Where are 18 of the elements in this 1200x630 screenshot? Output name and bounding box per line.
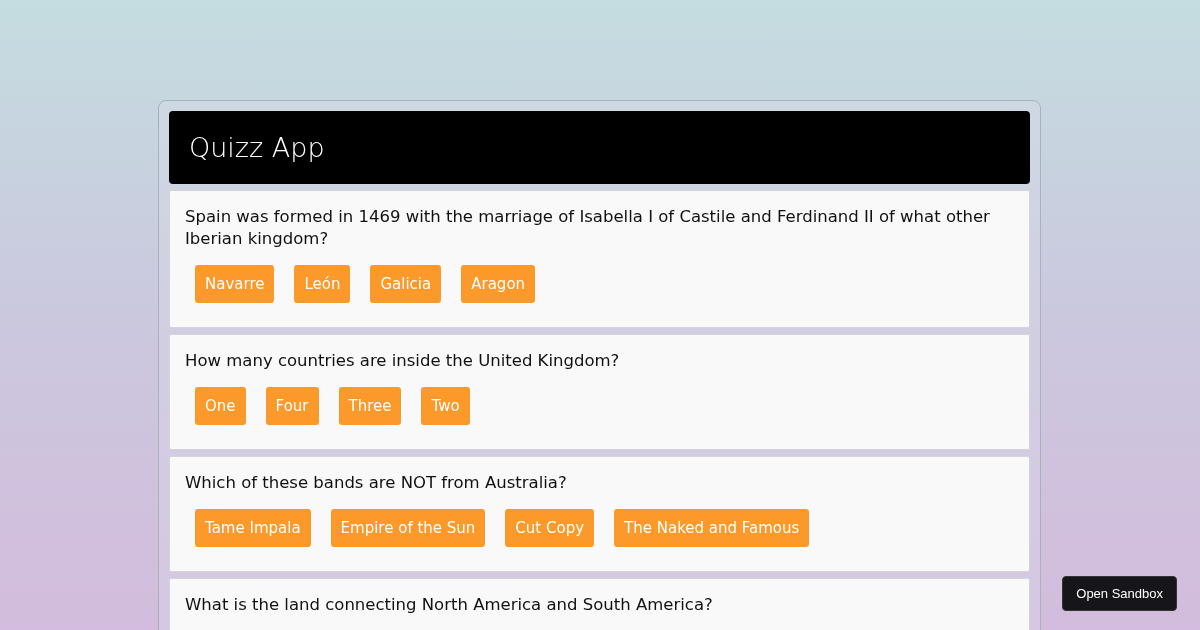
answer-button[interactable]: Empire of the Sun [330, 509, 486, 547]
answer-button[interactable]: Aragon [461, 265, 536, 303]
answer-button[interactable]: Cut Copy [505, 509, 595, 547]
answer-button[interactable]: Two [421, 387, 470, 425]
question-text: Spain was formed in 1469 with the marriage of Isabella I of Castile and Ferdinand II of what other Iberian kingdom? [185, 206, 991, 250]
answer-button[interactable]: Four [265, 387, 319, 425]
answer-button[interactable]: One [195, 387, 246, 425]
answer-button[interactable]: León [294, 265, 351, 303]
question-text: What is the land connecting North America and South America? [185, 594, 714, 616]
answer-button[interactable]: Galicia [370, 265, 442, 303]
answer-button[interactable]: Navarre [195, 265, 275, 303]
open-sandbox-button[interactable]: Open Sandbox [1062, 576, 1177, 611]
question-text: Which of these bands are NOT from Australia? [185, 472, 568, 494]
answer-button[interactable]: The Naked and Famous [614, 509, 810, 547]
question-text: How many countries are inside the United Kingdom? [185, 350, 621, 372]
answer-button[interactable]: Tame Impala [195, 509, 311, 547]
answer-button[interactable]: Three [338, 387, 402, 425]
app-title: Quizz App [189, 132, 325, 163]
